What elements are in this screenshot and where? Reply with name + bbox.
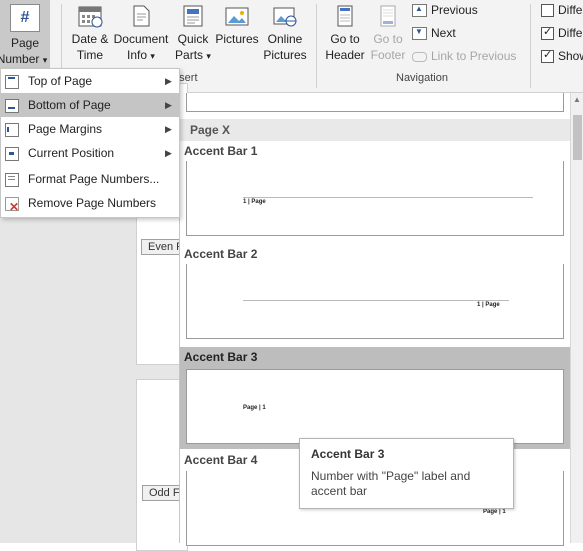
- document-info-line2: Info: [127, 48, 148, 62]
- menu-item-bottom-of-page[interactable]: Bottom of Page ▶: [1, 93, 179, 117]
- gallery-preview-text: 1 | Page: [243, 199, 266, 205]
- chevron-down-icon: ▾: [206, 51, 211, 61]
- goto-header-line2: Header: [325, 48, 365, 62]
- date-time-button[interactable]: Date & Time: [68, 4, 112, 63]
- submenu-arrow-icon: ▶: [165, 100, 172, 110]
- menu-item-label: Bottom of Page: [28, 98, 111, 112]
- date-time-line1: Date &: [71, 32, 109, 46]
- link-to-previous-label: Link to Previous: [431, 49, 517, 63]
- pictures-icon: [225, 7, 249, 26]
- next-button[interactable]: ▼ Next: [412, 26, 456, 41]
- menu-item-label: Current Position: [28, 146, 115, 160]
- option-label-2: Diffe: [558, 26, 583, 40]
- menu-item-label: Remove Page Numbers: [28, 196, 157, 210]
- next-icon: ▼: [412, 27, 427, 41]
- option-checkbox-1[interactable]: [541, 4, 554, 17]
- link-to-previous-button[interactable]: Link to Previous: [412, 49, 516, 63]
- option-label-3: Show: [558, 49, 583, 63]
- document-info-line1: Document: [113, 32, 169, 46]
- option-checkbox-3[interactable]: ✓: [541, 49, 554, 63]
- current-position-icon: [5, 147, 19, 161]
- format-page-numbers-icon: [5, 173, 19, 187]
- top-of-page-icon: [5, 75, 19, 89]
- calendar-icon: [78, 6, 103, 28]
- online-pictures-button[interactable]: Online Pictures: [262, 4, 308, 63]
- online-pictures-icon: [273, 7, 297, 27]
- goto-footer-line1: Go to: [373, 32, 403, 46]
- document-info-button[interactable]: Document Info ▾: [112, 4, 170, 64]
- menu-item-label: Format Page Numbers...: [28, 172, 160, 186]
- option-checkbox-2[interactable]: ✓: [541, 26, 554, 40]
- page-number-line2: Number: [0, 52, 40, 66]
- gallery-preview-text: 1 | Page: [477, 302, 500, 308]
- menu-item-label: Top of Page: [28, 74, 93, 88]
- goto-header-button[interactable]: Go to Header: [322, 4, 368, 63]
- gallery-tooltip: Accent Bar 3 Number with "Page" label an…: [299, 438, 514, 509]
- goto-header-line1: Go to: [330, 32, 360, 46]
- menu-item-format-page-numbers[interactable]: Format Page Numbers...: [1, 167, 179, 191]
- gallery-item-accent-bar-2[interactable]: 1 | Page: [186, 264, 564, 339]
- gallery-scrollbar[interactable]: ▲: [570, 93, 583, 543]
- link-icon: [412, 51, 427, 62]
- gallery-thumb-partial[interactable]: [186, 93, 564, 112]
- gallery-preview-text: Page | 1: [483, 509, 506, 515]
- quick-parts-line2: Parts: [175, 48, 204, 62]
- gallery-item-title: Accent Bar 4: [184, 453, 258, 467]
- remove-page-numbers-icon: ✕: [5, 197, 19, 214]
- hash-icon: #: [10, 4, 40, 32]
- menu-item-label: Page Margins: [28, 122, 103, 136]
- scrollbar-thumb[interactable]: [573, 115, 582, 160]
- menu-item-page-margins[interactable]: Page Margins ▶: [1, 117, 179, 141]
- pictures-button[interactable]: Pictures: [214, 4, 260, 47]
- goto-footer-line2: Footer: [370, 48, 406, 62]
- gallery-section-header: Page X: [180, 119, 571, 141]
- page-number-button[interactable]: # Page Number ▾: [0, 0, 50, 68]
- tooltip-title: Accent Bar 3: [311, 447, 385, 461]
- gallery-item-title: Accent Bar 1: [184, 144, 258, 158]
- goto-footer-icon: [380, 5, 396, 27]
- quick-parts-button[interactable]: Quick Parts ▾: [172, 4, 214, 64]
- tooltip-body: Number with "Page" label and accent bar: [311, 469, 471, 498]
- gallery-item-title: Accent Bar 2: [184, 247, 258, 261]
- quick-parts-icon: [183, 5, 203, 27]
- goto-footer-button[interactable]: Go to Footer: [366, 4, 410, 63]
- quick-parts-line1: Quick: [177, 32, 209, 46]
- gallery-item-title: Accent Bar 3: [184, 350, 258, 364]
- chevron-down-icon: ▾: [42, 55, 48, 65]
- previous-icon: ▲: [412, 4, 427, 18]
- gallery-preview-text: Page | 1: [243, 405, 266, 411]
- online-pictures-line1: Online: [267, 32, 303, 46]
- chevron-down-icon: ▾: [150, 51, 155, 61]
- scroll-up-icon[interactable]: ▲: [573, 95, 581, 104]
- page-number-menu: Top of Page ▶ Bottom of Page ▶ Page Marg…: [0, 68, 180, 218]
- option-label-1: Diffe: [558, 3, 583, 17]
- pictures-label: Pictures: [215, 32, 259, 46]
- menu-item-top-of-page[interactable]: Top of Page ▶: [1, 69, 179, 93]
- date-time-line2: Time: [76, 48, 104, 62]
- page-number-line1: Page: [10, 36, 40, 50]
- submenu-arrow-icon: ▶: [165, 76, 172, 86]
- submenu-arrow-icon: ▶: [165, 148, 172, 158]
- checkmark-icon: ✓: [543, 49, 553, 61]
- menu-item-remove-page-numbers[interactable]: ✕ Remove Page Numbers: [1, 191, 179, 215]
- goto-header-icon: [337, 5, 353, 27]
- gallery-item-accent-bar-1[interactable]: 1 | Page: [186, 161, 564, 236]
- next-label: Next: [431, 26, 456, 40]
- page-margins-icon: [5, 123, 19, 137]
- previous-button[interactable]: ▲ Previous: [412, 3, 478, 18]
- submenu-arrow-icon: ▶: [165, 124, 172, 134]
- checkmark-icon: ✓: [543, 26, 553, 38]
- navigation-group-label: Navigation: [396, 72, 448, 84]
- document-info-icon: [133, 5, 150, 27]
- previous-label: Previous: [431, 3, 478, 17]
- gallery-item-accent-bar-3[interactable]: Page | 1: [186, 369, 564, 444]
- online-pictures-line2: Pictures: [263, 48, 307, 62]
- bottom-of-page-icon: [5, 99, 19, 113]
- menu-item-current-position[interactable]: Current Position ▶: [1, 141, 179, 165]
